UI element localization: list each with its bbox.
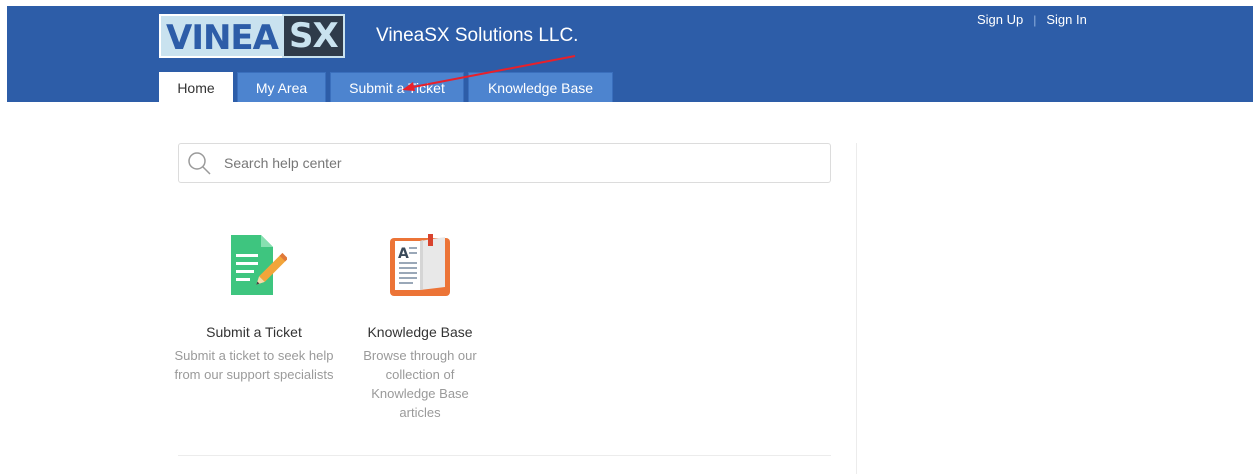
tab-knowledge-base[interactable]: Knowledge Base [468, 72, 613, 102]
open-book-icon: A [390, 234, 450, 296]
company-name: VineaSX Solutions LLC. [376, 25, 579, 46]
logo-text-sx: SX [281, 14, 345, 58]
card-title: Submit a Ticket [206, 324, 302, 340]
card-description: Submit a ticket to seek help from our su… [174, 348, 334, 382]
search-icon [188, 152, 211, 175]
ticket-document-pencil-icon [231, 235, 287, 295]
card-submit-a-ticket[interactable]: Submit a Ticket Submit a ticket to seek … [173, 230, 335, 384]
auth-links: Sign Up | Sign In [977, 12, 1087, 27]
tab-home[interactable]: Home [159, 72, 233, 103]
main-nav-tabs: Home My Area Submit a Ticket Knowledge B… [159, 72, 613, 103]
svg-text:A: A [398, 246, 409, 262]
search-input[interactable] [222, 154, 786, 172]
tab-submit-a-ticket[interactable]: Submit a Ticket [330, 72, 464, 102]
content-divider-vertical [856, 143, 857, 474]
card-description: Browse through our collection of Knowled… [363, 348, 477, 420]
header-bar: VINEA SX VineaSX Solutions LLC. Sign Up … [7, 6, 1253, 103]
tab-my-area[interactable]: My Area [237, 72, 326, 102]
card-knowledge-base[interactable]: A Knowledge Base Browse through our coll… [339, 230, 501, 422]
vineasx-logo[interactable]: VINEA SX [159, 14, 345, 58]
sign-in-link[interactable]: Sign In [1046, 12, 1086, 27]
auth-separator: | [1033, 12, 1037, 27]
search-box[interactable] [178, 143, 831, 183]
logo-text-vinea: VINEA [159, 14, 282, 58]
sign-up-link[interactable]: Sign Up [977, 12, 1023, 27]
content-divider-horizontal [178, 455, 831, 456]
card-title: Knowledge Base [367, 324, 473, 340]
